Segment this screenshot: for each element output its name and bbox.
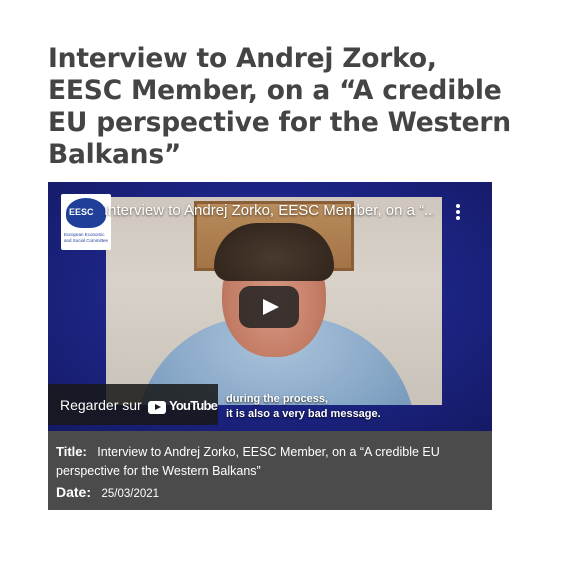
video-card: EESC European Economic and Social Commit… — [48, 182, 492, 510]
meta-title-label: Title: — [56, 444, 87, 459]
watch-on-youtube-button[interactable]: Regarder sur YouTube — [48, 384, 218, 425]
youtube-wordmark: YouTube — [169, 398, 218, 413]
video-player[interactable]: EESC European Economic and Social Commit… — [48, 182, 492, 431]
page-title: Interview to Andrej Zorko, EESC Member, … — [48, 43, 511, 170]
video-meta-title: Title: Interview to Andrej Zorko, EESC M… — [56, 442, 486, 481]
thumbnail-person-hair — [214, 223, 334, 281]
channel-logo-subtext: European Economic and Social Committee — [64, 232, 109, 243]
meta-title-value: Interview to Andrej Zorko, EESC Member, … — [56, 445, 440, 478]
play-button[interactable] — [239, 286, 299, 328]
video-subtitle-line-1: during the process, — [226, 393, 329, 405]
video-subtitle-line-2: it is also a very bad message. — [226, 408, 381, 420]
more-vertical-icon[interactable] — [451, 202, 465, 222]
video-title-link[interactable]: Interview to Andrej Zorko, EESC Member, … — [104, 202, 434, 219]
channel-logo-text: EESC — [69, 207, 94, 217]
meta-date-label: Date: — [56, 484, 92, 500]
video-meta-date: Date: 25/03/2021 — [56, 484, 159, 502]
youtube-logo-icon — [148, 401, 166, 414]
watch-on-label: Regarder sur — [60, 397, 142, 413]
meta-date-value: 25/03/2021 — [101, 488, 160, 500]
